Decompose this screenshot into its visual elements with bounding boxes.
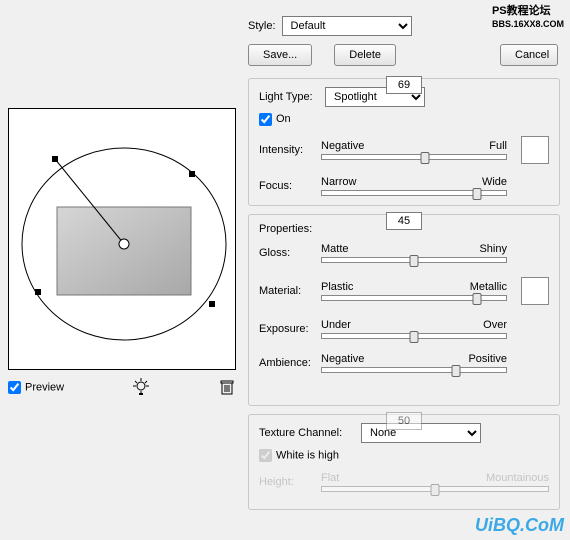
light-type-group: Light Type: Spotlight On Intensity: Nega… — [248, 78, 560, 206]
intensity-label: Intensity: — [259, 144, 315, 156]
focus-slider[interactable] — [321, 190, 507, 196]
light-color-swatch[interactable] — [521, 136, 549, 164]
exposure-label: Exposure: — [259, 323, 315, 335]
gloss-right: Shiny — [479, 243, 507, 255]
material-left: Plastic — [321, 281, 353, 293]
ambience-right: Positive — [468, 353, 507, 365]
height-value — [386, 412, 422, 430]
focus-left: Narrow — [321, 176, 356, 188]
intensity-thumb[interactable] — [421, 152, 430, 164]
style-select[interactable]: Default — [282, 16, 412, 36]
cancel-button[interactable]: Cancel — [500, 44, 558, 66]
gloss-label: Gloss: — [259, 247, 315, 259]
focus-right: Wide — [482, 176, 507, 188]
save-button[interactable]: Save... — [248, 44, 312, 66]
intensity-slider[interactable] — [321, 154, 507, 160]
exposure-left: Under — [321, 319, 351, 331]
focus-value[interactable] — [386, 76, 422, 94]
delete-button[interactable]: Delete — [334, 44, 396, 66]
exposure-thumb[interactable] — [410, 331, 419, 343]
light-type-label: Light Type: — [259, 91, 319, 103]
height-left: Flat — [321, 472, 339, 484]
ambience-left: Negative — [321, 353, 364, 365]
exposure-slider[interactable] — [321, 333, 507, 339]
gloss-slider[interactable] — [321, 257, 507, 263]
intensity-right: Full — [489, 140, 507, 152]
material-label: Material: — [259, 285, 315, 297]
height-slider — [321, 486, 549, 492]
preview-checkbox-label[interactable]: Preview — [8, 381, 64, 394]
intensity-left: Negative — [321, 140, 364, 152]
focus-thumb[interactable] — [472, 188, 481, 200]
preview-canvas[interactable] — [8, 108, 236, 370]
gloss-left: Matte — [321, 243, 349, 255]
texture-channel-label: Texture Channel: — [259, 427, 355, 439]
height-label: Height: — [259, 476, 315, 488]
style-label: Style: — [248, 20, 276, 32]
on-checkbox-label[interactable]: On — [259, 113, 291, 125]
watermark-bottom: UiBQ.CoM — [475, 515, 564, 536]
material-color-swatch[interactable] — [521, 277, 549, 305]
exposure-right: Over — [483, 319, 507, 331]
ambience-thumb[interactable] — [452, 365, 461, 377]
ambience-value[interactable] — [386, 212, 422, 230]
preview-checkbox[interactable] — [8, 381, 21, 394]
lightbulb-icon[interactable] — [132, 378, 150, 396]
watermark-top: PS教程论坛 BBS.16XX8.COM — [492, 2, 564, 30]
white-high-checkbox — [259, 449, 272, 462]
on-checkbox[interactable] — [259, 113, 272, 126]
height-right: Mountainous — [486, 472, 549, 484]
material-thumb[interactable] — [472, 293, 481, 305]
white-high-label: White is high — [259, 449, 549, 462]
light-preview-svg — [9, 109, 235, 369]
gloss-thumb[interactable] — [410, 255, 419, 267]
material-right: Metallic — [470, 281, 507, 293]
trash-icon[interactable] — [218, 378, 236, 396]
material-slider[interactable] — [321, 295, 507, 301]
ambience-label: Ambience: — [259, 357, 315, 369]
properties-group: Properties: Gloss: Matte Shiny Material:… — [248, 214, 560, 406]
focus-label: Focus: — [259, 180, 315, 192]
height-thumb — [431, 484, 440, 496]
texture-group: Texture Channel: None White is high Heig… — [248, 414, 560, 510]
ambience-slider[interactable] — [321, 367, 507, 373]
